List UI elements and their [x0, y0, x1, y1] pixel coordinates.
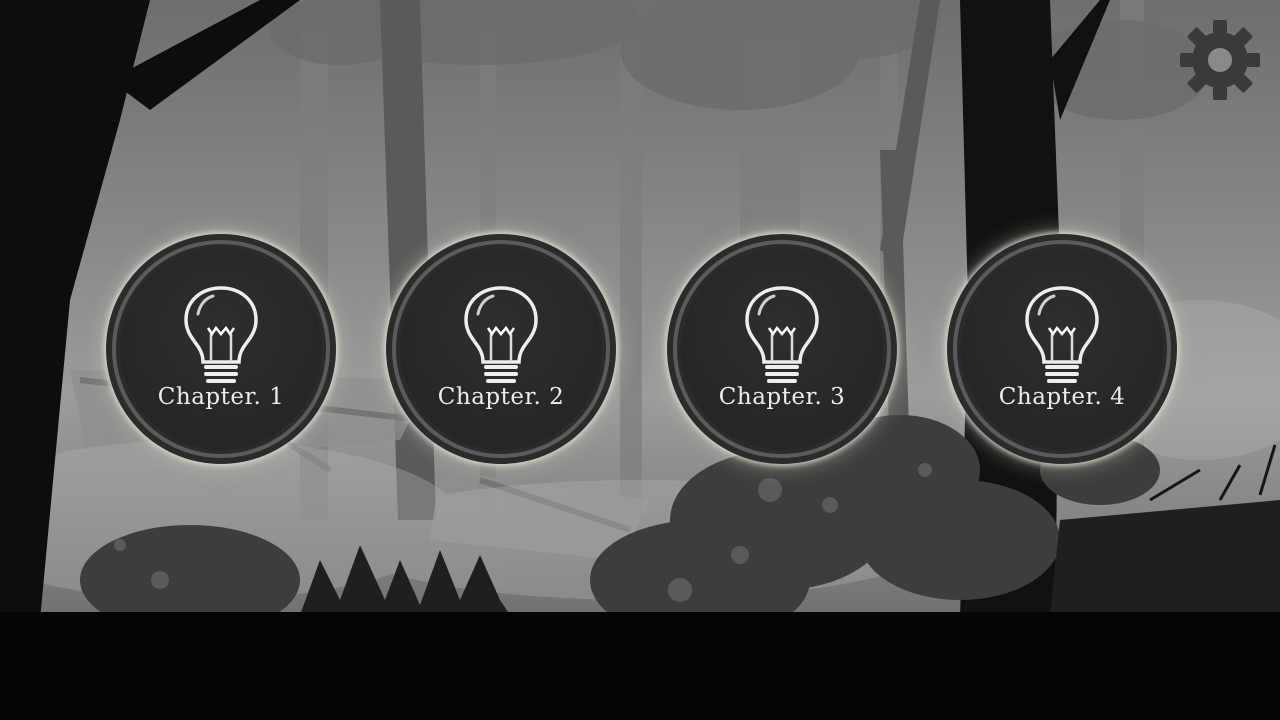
- chapter-label: Chapter. 3: [718, 384, 846, 410]
- chapter-2-button[interactable]: Chapter. 2: [386, 234, 616, 464]
- gear-icon: [1180, 20, 1260, 100]
- ground-silhouette: [0, 612, 1280, 720]
- chapter-3-button[interactable]: Chapter. 3: [667, 234, 897, 464]
- lightbulb-icon: [745, 286, 819, 383]
- chapter-4-button[interactable]: Chapter. 4: [947, 234, 1177, 464]
- lightbulb-icon: [184, 286, 258, 383]
- chapter-label: Chapter. 4: [998, 384, 1126, 410]
- settings-button[interactable]: [1178, 18, 1262, 102]
- lightbulb-icon: [464, 286, 538, 383]
- chapter-select-screen: Chapter. 1 Chapter. 2 Chapter. 3 Chapter…: [0, 0, 1280, 720]
- chapter-label: Chapter. 1: [157, 384, 285, 410]
- chapter-label: Chapter. 2: [437, 384, 565, 410]
- chapter-1-button[interactable]: Chapter. 1: [106, 234, 336, 464]
- lightbulb-icon: [1025, 286, 1099, 383]
